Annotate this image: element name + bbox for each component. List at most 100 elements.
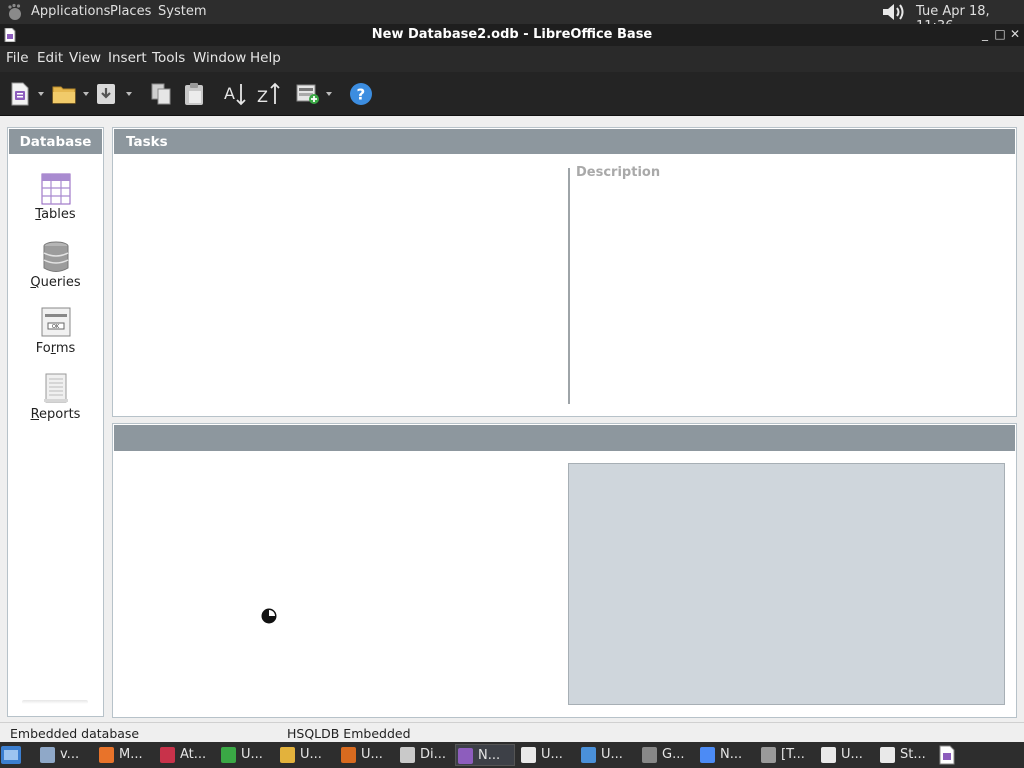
taskbar-item[interactable]: U... (819, 744, 873, 766)
taskbar-item-label: At... (180, 747, 207, 762)
taskbar-item[interactable]: U... (519, 744, 573, 766)
tasks-panel: Tasks Description (112, 127, 1017, 417)
status-database-type: Embedded database (10, 726, 140, 741)
taskbar-app-icon (581, 747, 596, 763)
svg-text:A: A (224, 84, 235, 103)
copy-icon[interactable] (150, 82, 172, 106)
db-item-tables[interactable]: Tables (8, 173, 103, 222)
window-title: New Database2.odb - LibreOffice Base (371, 27, 653, 42)
taskbar-item[interactable]: St... (878, 744, 934, 766)
taskbar-item-label: M... (119, 747, 143, 762)
taskbar-item-label: U... (241, 747, 263, 762)
taskbar-item-label: U... (541, 747, 563, 762)
toolbar: A Z ? (0, 72, 1024, 116)
description-label: Description (576, 165, 661, 180)
menubar: File Edit View Insert Tools Window Help (0, 46, 1024, 72)
taskbar-app-icon (642, 747, 657, 763)
form-dropdown-arrow[interactable] (326, 92, 332, 96)
taskbar-item-label: U... (841, 747, 863, 762)
busy-cursor-icon (260, 607, 278, 625)
objects-panel (112, 423, 1017, 718)
paste-icon[interactable] (183, 82, 205, 106)
taskbar-item-label: U... (361, 747, 383, 762)
table-icon (41, 173, 70, 205)
taskbar-app-icon (521, 747, 536, 763)
taskbar-app-icon (700, 747, 715, 763)
taskbar-item[interactable]: M... (97, 744, 151, 766)
taskbar-item-label: U... (300, 747, 322, 762)
gnome-foot-icon[interactable] (6, 3, 24, 21)
maximize-button[interactable]: □ (993, 26, 1007, 42)
taskbar-item-label: N... (720, 747, 743, 762)
show-desktop-icon (1, 746, 21, 764)
tasks-divider (568, 168, 570, 404)
menu-applications[interactable]: Applications (31, 4, 110, 19)
show-desktop-button[interactable] (0, 744, 24, 766)
new-document-icon[interactable] (10, 82, 30, 106)
taskbar-item-label: U... (601, 747, 623, 762)
taskbar-item[interactable]: U... (219, 744, 271, 766)
close-button[interactable]: ✕ (1008, 26, 1022, 42)
taskbar-item[interactable]: [T... (759, 744, 813, 766)
tasks-list[interactable] (115, 158, 565, 408)
taskbar-app-icon (40, 747, 55, 763)
taskbar-app-icon (400, 747, 415, 763)
objects-panel-header (113, 424, 1016, 452)
preview-pane (568, 463, 1005, 705)
taskbar-item[interactable]: v... (38, 744, 90, 766)
objects-list[interactable] (115, 456, 563, 711)
taskbar-app-icon (221, 747, 236, 763)
taskbar-item-label: v... (60, 747, 80, 762)
taskbar-item[interactable]: At... (158, 744, 212, 766)
database-panel: Database Tables Queries OK Forms Reports (7, 127, 104, 717)
taskbar-app-icon (880, 747, 895, 763)
sort-descending-icon[interactable]: Z (257, 82, 283, 106)
report-icon (43, 373, 68, 403)
menu-places[interactable]: Places (110, 4, 151, 19)
taskbar-item-label: St... (900, 747, 926, 762)
menu-system[interactable]: System (158, 4, 206, 19)
taskbar-item[interactable]: Di... (398, 744, 452, 766)
new-dropdown-arrow[interactable] (38, 92, 44, 96)
menu-file[interactable]: File (6, 50, 29, 66)
window-titlebar: New Database2.odb - LibreOffice Base _ □… (0, 24, 1024, 46)
db-item-reports[interactable]: Reports (8, 373, 103, 422)
open-folder-icon[interactable] (52, 84, 76, 104)
open-dropdown-arrow[interactable] (83, 92, 89, 96)
sort-ascending-icon[interactable]: A (224, 82, 248, 106)
reports-label: Reports (30, 407, 81, 422)
database-cylinder-icon (43, 241, 68, 272)
tray-base-icon (939, 745, 955, 765)
forms-label: Forms (35, 341, 76, 356)
status-engine: HSQLDB Embedded (287, 726, 411, 741)
form-controls-icon[interactable] (296, 83, 320, 105)
help-icon[interactable]: ? (349, 82, 373, 106)
taskbar-item[interactable]: U... (579, 744, 633, 766)
volume-icon[interactable] (880, 2, 908, 22)
menu-insert[interactable]: Insert (108, 50, 147, 66)
scroll-shadow (22, 700, 88, 704)
db-item-queries[interactable]: Queries (8, 241, 103, 290)
statusbar: Embedded database HSQLDB Embedded (0, 722, 1024, 742)
taskbar-item[interactable]: U... (339, 744, 391, 766)
minimize-button[interactable]: _ (978, 26, 992, 42)
menu-tools[interactable]: Tools (152, 50, 185, 66)
taskbar-app-icon (280, 747, 295, 763)
save-dropdown-arrow[interactable] (126, 92, 132, 96)
taskbar-item[interactable]: N... (455, 744, 515, 766)
taskbar-app-icon (821, 747, 836, 763)
taskbar-item[interactable]: U... (278, 744, 332, 766)
menu-help[interactable]: Help (250, 50, 281, 66)
tray-base-icon-button[interactable] (938, 744, 958, 766)
save-icon[interactable] (96, 82, 116, 106)
taskbar: v... M... At... U... U... U... Di... N... U... U.… (0, 742, 1024, 768)
taskbar-item[interactable]: G... (640, 744, 694, 766)
tasks-panel-header: Tasks (113, 128, 1016, 155)
menu-window[interactable]: Window (193, 50, 246, 66)
menu-edit[interactable]: Edit (37, 50, 63, 66)
tables-label: Tables (35, 207, 76, 222)
taskbar-item[interactable]: N... (698, 744, 752, 766)
db-item-forms[interactable]: OK Forms (8, 307, 103, 356)
taskbar-app-icon (160, 747, 175, 763)
menu-view[interactable]: View (69, 50, 101, 66)
